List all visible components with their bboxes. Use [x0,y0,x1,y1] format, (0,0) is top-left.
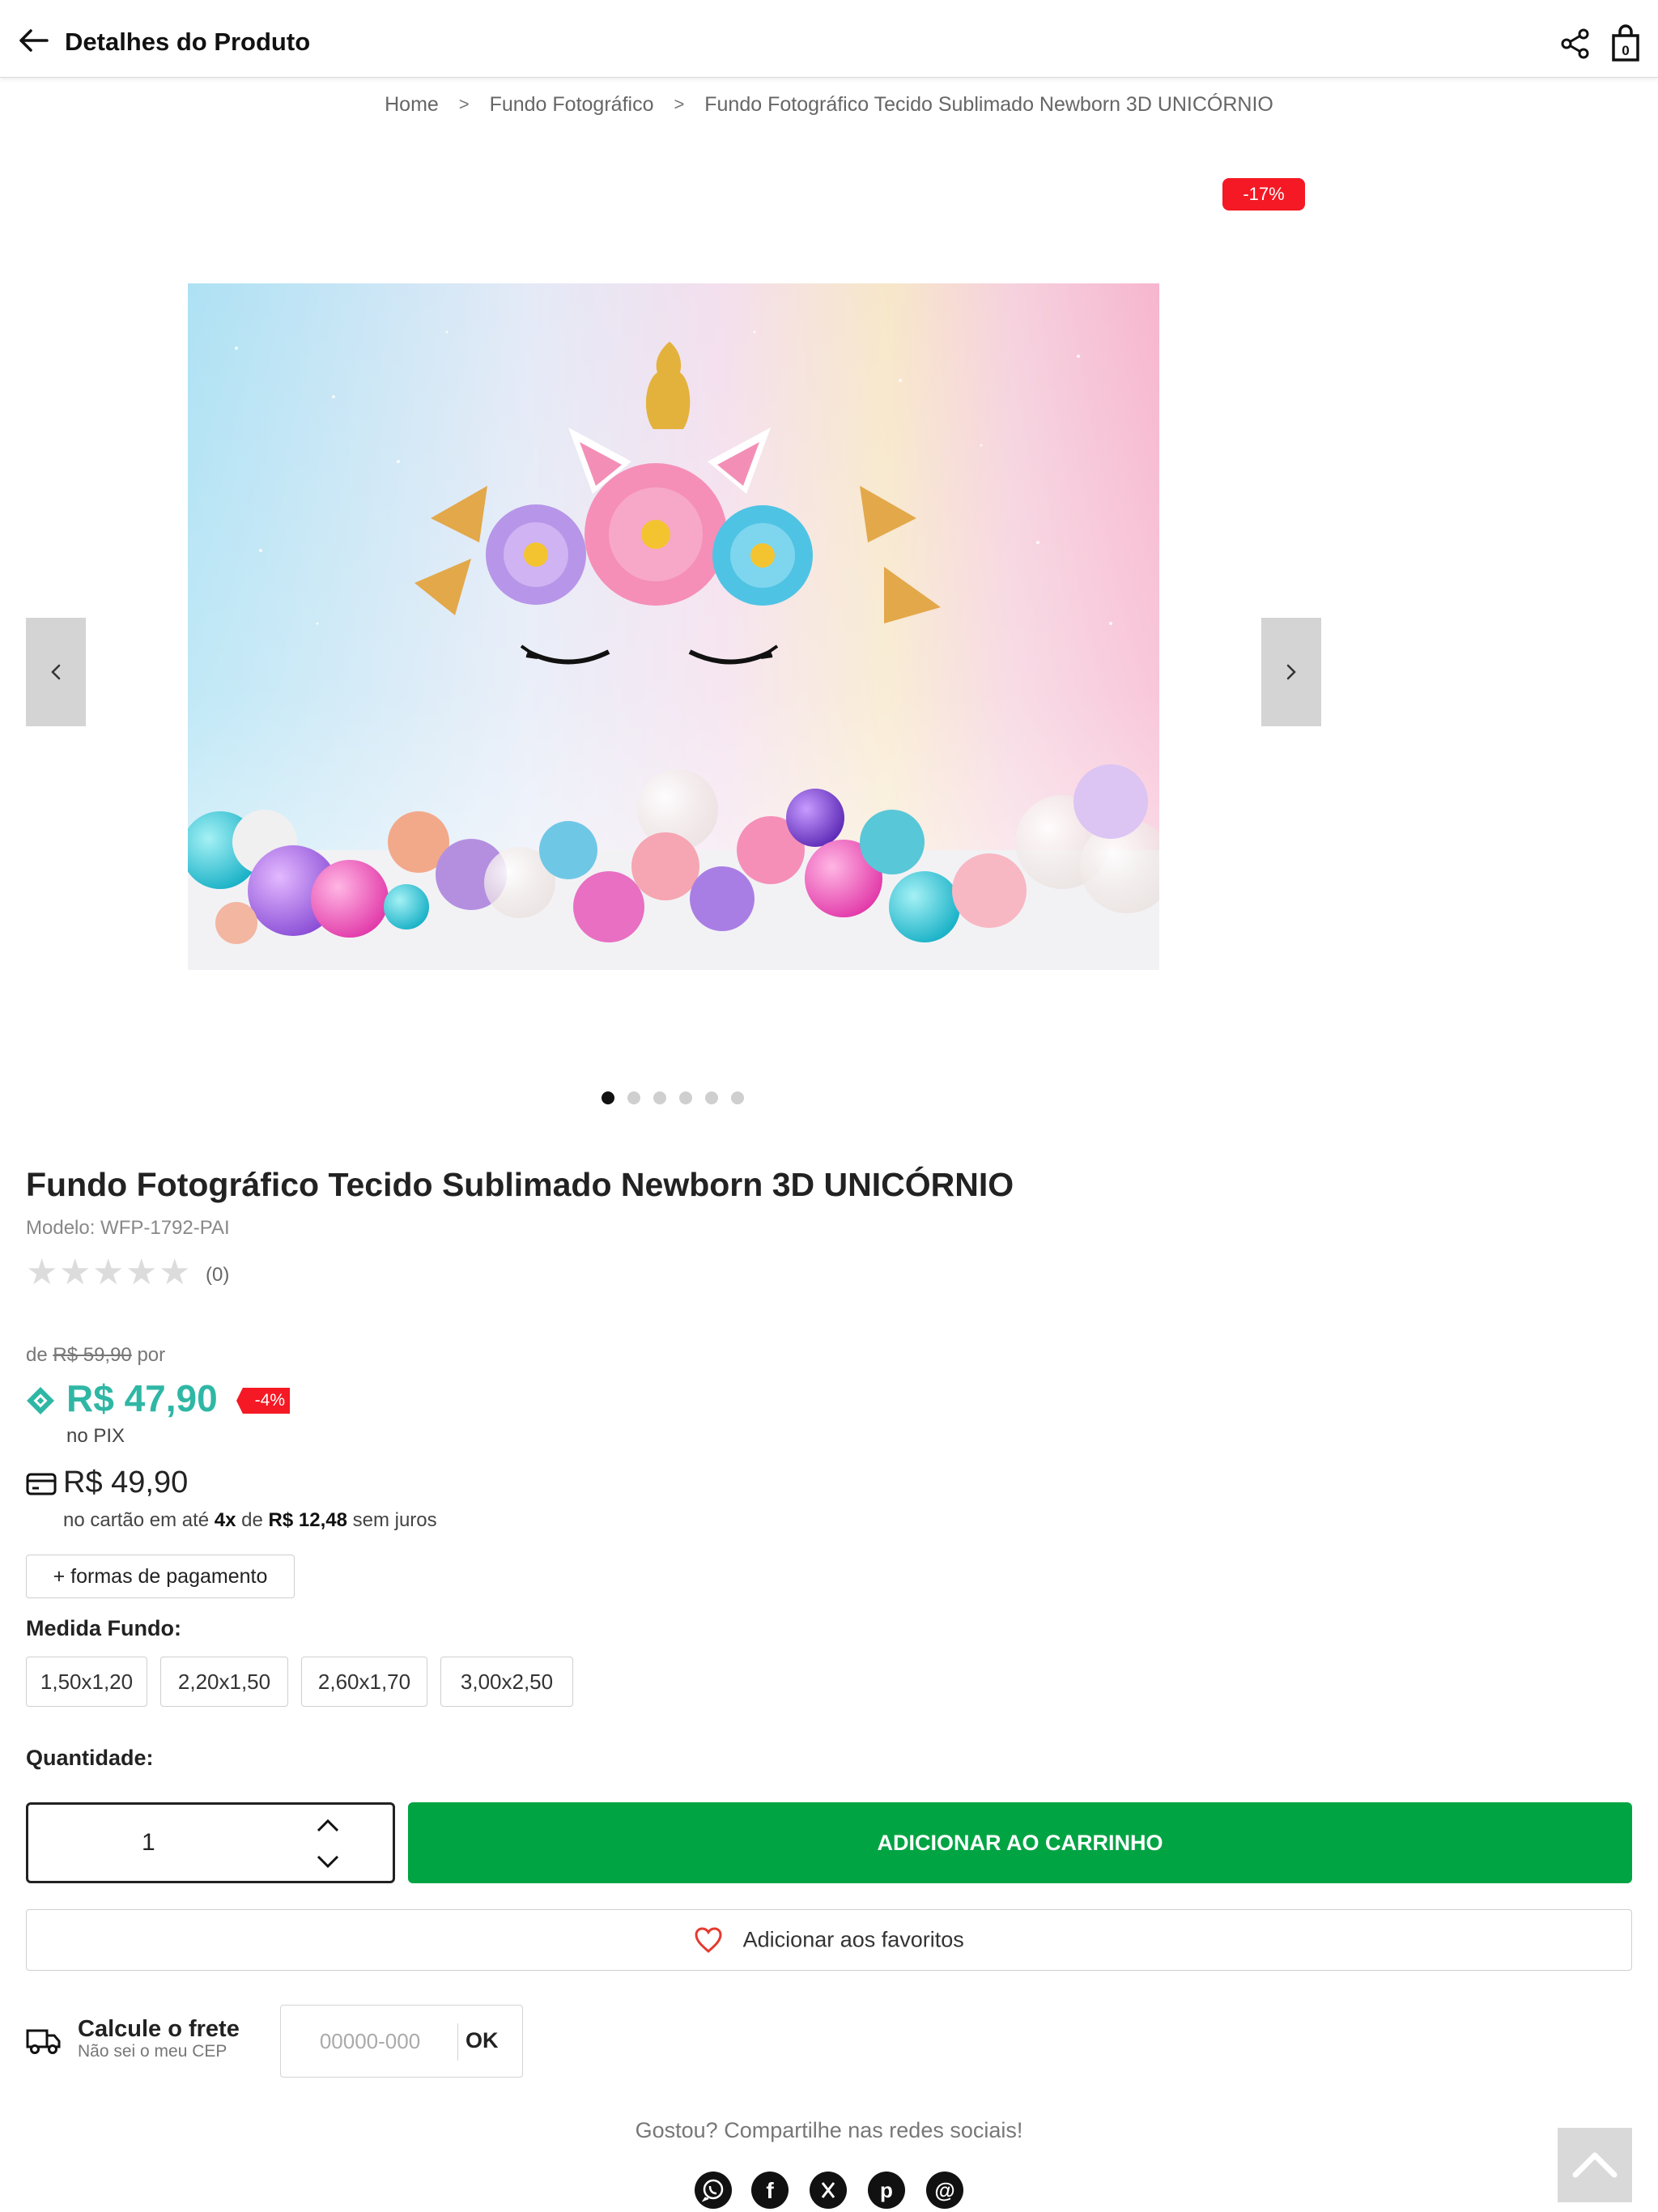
pix-discount-badge: -4% [236,1388,290,1414]
svg-text:0: 0 [1622,43,1629,58]
carousel-dot[interactable] [731,1091,744,1104]
size-option[interactable]: 2,20x1,50 [160,1657,288,1707]
facebook-icon[interactable]: f [751,2172,789,2209]
carousel-dot[interactable] [602,1091,614,1104]
chevron-up-icon [1572,2152,1618,2178]
chevron-up-icon[interactable] [313,1813,342,1840]
chevron-down-icon[interactable] [313,1847,342,1874]
installments-suffix: sem juros [352,1509,437,1531]
pinterest-icon[interactable]: p [868,2172,905,2209]
old-price: R$ 59,90 [53,1344,132,1366]
svg-text:p: p [880,2178,893,2202]
heart-icon [695,1927,722,1953]
carousel-dot[interactable] [679,1091,692,1104]
quantity-value[interactable]: 1 [142,1829,155,1857]
product-model: Modelo: WFP-1792-PAI [26,1217,230,1239]
shopping-bag-icon[interactable]: 0 [1609,24,1642,63]
breadcrumb-separator: > [458,94,470,115]
breadcrumb-current: Fundo Fotográfico Tecido Sublimado Newbo… [704,92,1273,116]
favorites-label: Adicionar aos favoritos [742,1927,964,1952]
shipping-title: Calcule o frete [78,2016,240,2042]
star-icon: ★ [59,1253,91,1292]
chevron-left-icon [51,664,61,680]
old-price-prefix: de [26,1344,48,1366]
cep-input[interactable] [283,2007,457,2075]
breadcrumb-category[interactable]: Fundo Fotográfico [490,93,654,117]
size-option[interactable]: 3,00x2,50 [440,1657,573,1707]
product-title: Fundo Fotográfico Tecido Sublimado Newbo… [26,1166,1014,1203]
breadcrumb: Home > Fundo Fotográfico > Fundo Fotográ… [0,92,1658,117]
installment-value: R$ 12,48 [268,1509,347,1531]
svg-text:f: f [766,2178,774,2203]
divider [457,2023,458,2061]
installments-de: de [241,1509,263,1531]
email-icon[interactable]: @ [926,2172,963,2209]
add-to-cart-button[interactable]: ADICIONAR AO CARRINHO [408,1802,1632,1883]
top-bar: Detalhes do Produto 0 [0,0,1658,78]
truck-icon [26,2024,62,2057]
size-label: Medida Fundo: [26,1616,181,1640]
payment-methods-button[interactable]: + formas de pagamento [26,1555,295,1598]
breadcrumb-separator: > [674,94,685,115]
whatsapp-icon[interactable] [695,2172,732,2209]
quantity-label: Quantidade: [26,1746,154,1770]
share-icon[interactable] [1559,28,1592,60]
svg-text:@: @ [934,2178,954,2202]
credit-card-icon [26,1472,57,1496]
x-icon[interactable] [810,2172,847,2209]
star-icon: ★ [92,1253,125,1292]
quantity-stepper[interactable]: 1 [26,1802,395,1883]
cep-field-group: OK [280,2005,523,2078]
add-to-favorites-button[interactable]: Adicionar aos favoritos [26,1909,1632,1971]
carousel-dot[interactable] [705,1091,718,1104]
size-option[interactable]: 2,60x1,70 [301,1657,427,1707]
star-icon: ★ [26,1253,58,1292]
back-to-top-button[interactable] [1558,2128,1632,2202]
carousel-next-button[interactable] [1261,618,1321,726]
product-image[interactable] [188,283,1159,970]
pix-icon [24,1385,57,1417]
carousel-dot[interactable] [653,1091,666,1104]
discount-badge: -17% [1222,178,1305,211]
unknown-cep-link[interactable]: Não sei o meu CEP [78,2042,227,2061]
installments-info: no cartão em até 4x de R$ 12,48 sem juro… [63,1509,437,1532]
old-price-line: de R$ 59,90 por [26,1344,165,1367]
share-prompt: Gostou? Compartilhe nas redes sociais! [635,2118,1023,2142]
breadcrumb-home[interactable]: Home [385,93,439,117]
pix-price: R$ 47,90 [66,1377,218,1419]
pix-label: no PIX [66,1425,125,1447]
carousel-dot[interactable] [627,1091,640,1104]
star-icon: ★ [125,1253,158,1292]
installments-count: 4x [214,1509,236,1531]
page-title: Detalhes do Produto [65,28,311,56]
cep-ok-button[interactable]: OK [466,2028,499,2053]
size-option[interactable]: 1,50x1,20 [26,1657,147,1707]
old-price-suffix: por [137,1344,166,1366]
carousel-prev-button[interactable] [26,618,86,726]
review-count[interactable]: (0) [206,1264,229,1287]
installments-prefix: no cartão em até [63,1509,210,1531]
card-price: R$ 49,90 [63,1465,189,1499]
star-icon: ★ [159,1253,191,1292]
back-arrow-icon[interactable] [15,24,50,57]
chevron-right-icon [1286,664,1296,680]
